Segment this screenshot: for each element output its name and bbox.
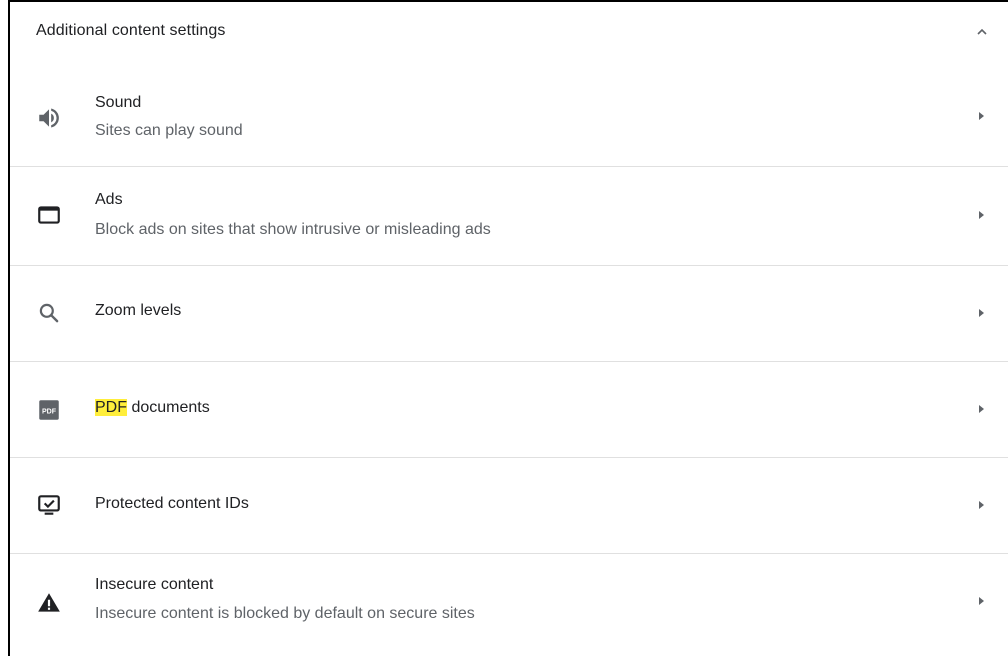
pdf-icon: PDF: [39, 400, 59, 420]
setting-title-pdf-documents-rest: documents: [127, 399, 210, 416]
arrow-right-icon: [979, 405, 984, 413]
setting-title-ads: Ads: [95, 191, 123, 208]
ads-window-icon: [38, 206, 60, 224]
zoom-search-icon: [39, 303, 59, 323]
setting-title-pdf-documents: PDF documents: [95, 399, 210, 417]
setting-row-ads[interactable]: Ads Block ads on sites that show intrusi…: [10, 166, 1008, 266]
arrow-right-icon: [979, 309, 984, 317]
arrow-right-icon: [979, 501, 984, 509]
additional-content-settings-header[interactable]: Additional content settings: [10, 2, 1008, 64]
setting-title-protected-content-ids: Protected content IDs: [95, 495, 249, 512]
setting-subtitle-insecure-content: Insecure content is blocked by default o…: [95, 605, 475, 622]
setting-row-insecure-content[interactable]: Insecure content Insecure content is blo…: [10, 553, 1008, 658]
setting-title-zoom-levels: Zoom levels: [95, 302, 182, 319]
setting-row-sound[interactable]: Sound Sites can play sound: [10, 64, 1008, 167]
setting-title-sound: Sound: [95, 94, 142, 111]
content-settings-panel: Additional content settings Sound Sites …: [8, 0, 1008, 656]
setting-row-protected-content-ids[interactable]: Protected content IDs: [10, 457, 1008, 554]
arrow-right-icon: [979, 112, 984, 120]
setting-title-insecure-content: Insecure content: [95, 576, 214, 593]
speaker-icon: [39, 108, 59, 128]
setting-row-zoom-levels[interactable]: Zoom levels: [10, 265, 1008, 362]
arrow-right-icon: [979, 597, 984, 605]
setting-row-pdf-documents[interactable]: PDF PDF documents: [10, 361, 1008, 458]
setting-subtitle-sound: Sites can play sound: [95, 122, 243, 139]
protected-content-icon: [38, 495, 60, 515]
section-title: Additional content settings: [36, 22, 226, 39]
setting-subtitle-ads: Block ads on sites that show intrusive o…: [95, 221, 491, 238]
chevron-up-icon[interactable]: [976, 26, 988, 38]
pdf-icon-label: PDF: [42, 408, 57, 415]
arrow-right-icon: [979, 211, 984, 219]
search-highlight: PDF: [95, 399, 127, 416]
warning-icon: [38, 593, 60, 612]
